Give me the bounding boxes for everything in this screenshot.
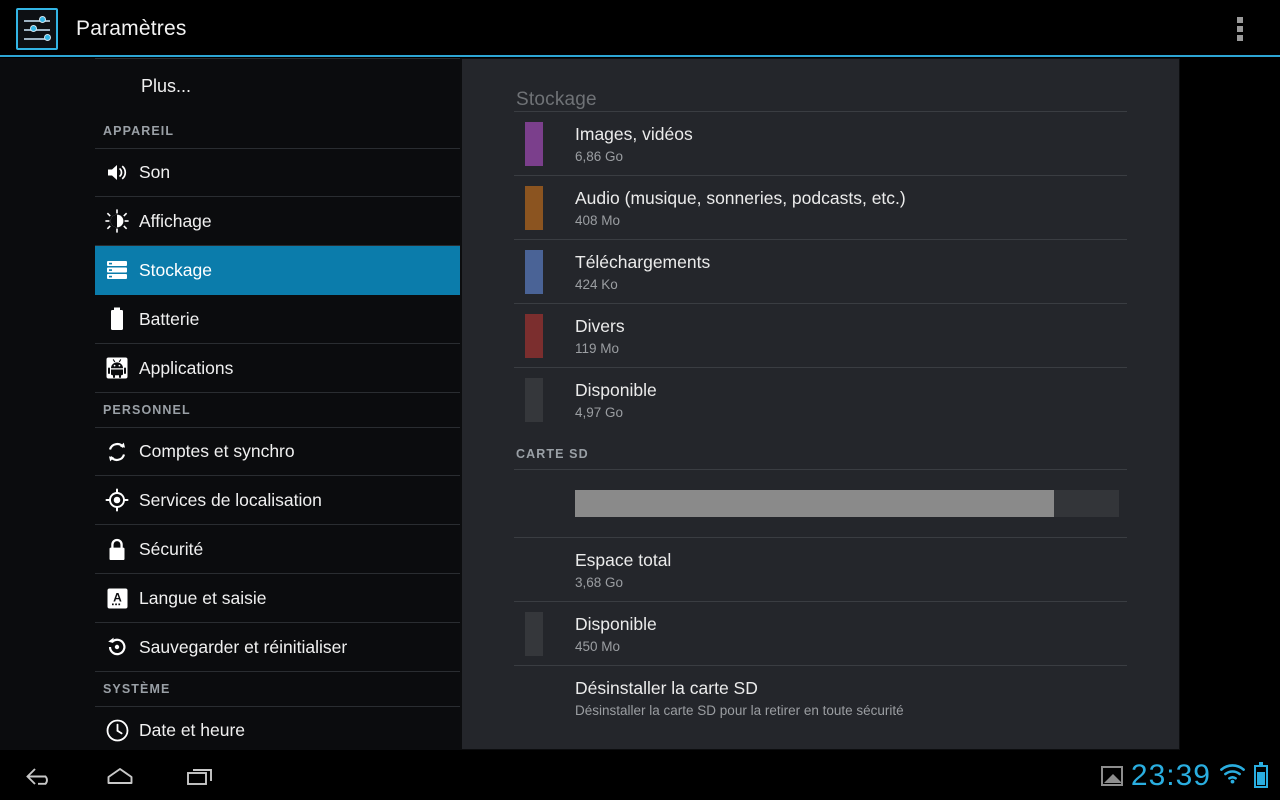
storage-row-name: Audio (musique, sonneries, podcasts, etc…	[575, 187, 906, 208]
unmount-sd-title: Désinstaller la carte SD	[575, 677, 758, 698]
android-apps-icon	[95, 356, 139, 380]
sidebar-item-affichage[interactable]: Affichage	[95, 197, 460, 246]
storage-row-size: 4,97 Go	[575, 405, 624, 421]
display-brightness-icon	[95, 209, 139, 233]
storage-row-divers[interactable]: Divers 119 Mo	[514, 303, 1127, 367]
sidebar-item-services-de-localisation[interactable]: Services de localisation	[95, 476, 460, 525]
nav-keys	[0, 752, 240, 800]
sidebar-item-plus[interactable]: Plus...	[95, 58, 460, 114]
storage-icon	[95, 260, 139, 280]
color-swatch	[525, 185, 543, 230]
sidebar-group-header-appareil: APPAREIL	[103, 124, 175, 138]
sync-icon	[95, 440, 139, 464]
storage-panel: Stockage Images, vidéos 6,86 Go Audio (m…	[460, 58, 1180, 750]
battery-icon[interactable]	[1254, 761, 1268, 788]
sidebar-item-label: Applications	[139, 357, 234, 378]
sidebar-item-label: Stockage	[139, 259, 212, 280]
sidebar-group-header-personnel: PERSONNEL	[103, 403, 191, 417]
panel-title: Stockage	[516, 89, 597, 110]
lock-icon	[95, 538, 139, 561]
unmount-sd-row[interactable]: Désinstaller la carte SD Désinstaller la…	[514, 665, 1127, 729]
sidebar-item-date-et-heure[interactable]: Date et heure	[95, 706, 460, 750]
sidebar-item-label: Affichage	[139, 210, 212, 231]
sidebar-item-label: Batterie	[139, 308, 200, 329]
sidebar-item-label: Plus...	[141, 76, 192, 96]
sidebar-item-label: Sauvegarder et réinitialiser	[139, 636, 348, 657]
sidebar-item-applications[interactable]: Applications	[95, 344, 460, 393]
storage-row-disponible-sd: Disponible 450 Mo	[514, 601, 1127, 665]
battery-icon	[95, 307, 139, 331]
storage-row-images-videos[interactable]: Images, vidéos 6,86 Go	[514, 111, 1127, 175]
system-navigation-bar: 23:39	[0, 752, 1280, 800]
android-settings-screen: Paramètres Plus... APPAREIL Son Affichag…	[0, 0, 1280, 800]
action-bar: Paramètres	[0, 0, 1280, 57]
settings-sidebar[interactable]: Plus... APPAREIL Son Affichage Stockage	[0, 58, 460, 750]
status-area: 23:39	[1100, 752, 1268, 800]
sd-usage-fill	[575, 490, 1054, 517]
color-swatch	[525, 377, 543, 422]
sidebar-item-label: Services de localisation	[139, 489, 322, 510]
sidebar-item-label: Date et heure	[139, 720, 246, 740]
color-swatch	[525, 249, 543, 294]
sidebar-item-label: Son	[139, 162, 171, 182]
storage-row-telechargements[interactable]: Téléchargements 424 Ko	[514, 239, 1127, 303]
sd-usage-bar	[514, 469, 1127, 537]
sidebar-item-sauvegarder-et-reinitialiser[interactable]: Sauvegarder et réinitialiser	[95, 623, 460, 672]
sidebar-item-son[interactable]: Son	[95, 148, 460, 197]
storage-row-disponible-interne: Disponible 4,97 Go	[514, 367, 1127, 431]
storage-row-size: 424 Ko	[575, 277, 618, 293]
storage-row-name: Espace total	[575, 549, 672, 570]
storage-row-espace-total: Espace total 3,68 Go	[514, 537, 1127, 601]
accent-divider	[0, 55, 1280, 57]
sd-card-section-header: CARTE SD	[516, 447, 589, 461]
storage-row-name: Téléchargements	[575, 251, 711, 272]
internal-storage-list: Images, vidéos 6,86 Go Audio (musique, s…	[514, 111, 1127, 729]
clock-icon	[95, 719, 139, 742]
storage-row-name: Images, vidéos	[575, 123, 693, 144]
sidebar-group-header-systeme: SYSTÈME	[103, 682, 171, 696]
page-title: Paramètres	[76, 16, 187, 40]
sidebar-item-securite[interactable]: Sécurité	[95, 525, 460, 574]
sd-usage-track	[575, 490, 1119, 517]
color-swatch	[525, 611, 543, 656]
sidebar-item-label: Comptes et synchro	[139, 441, 295, 461]
back-arrow-icon[interactable]	[0, 752, 80, 800]
home-icon[interactable]	[80, 752, 160, 800]
location-icon	[95, 488, 139, 512]
storage-row-size: 3,68 Go	[575, 575, 624, 591]
storage-row-name: Disponible	[575, 379, 657, 400]
storage-row-size: 6,86 Go	[575, 149, 624, 165]
svg-text:A: A	[113, 590, 122, 604]
backup-reset-icon	[95, 635, 139, 659]
storage-row-name: Disponible	[575, 613, 657, 634]
sidebar-item-langue-et-saisie[interactable]: A Langue et saisie	[95, 574, 460, 623]
sidebar-item-label: Langue et saisie	[139, 587, 267, 608]
sidebar-item-label: Sécurité	[139, 538, 204, 559]
sidebar-item-stockage[interactable]: Stockage	[95, 246, 460, 295]
settings-sliders-icon	[16, 7, 58, 50]
color-swatch	[525, 121, 543, 166]
color-swatch	[525, 313, 543, 358]
language-input-icon: A	[95, 587, 139, 610]
storage-row-audio[interactable]: Audio (musique, sonneries, podcasts, etc…	[514, 175, 1127, 239]
overflow-menu-icon[interactable]	[1222, 0, 1258, 57]
storage-row-size: 450 Mo	[575, 639, 621, 655]
unmount-sd-subtitle: Désinstaller la carte SD pour la retirer…	[575, 703, 904, 719]
storage-row-size: 408 Mo	[575, 213, 621, 229]
screenshot-image-icon[interactable]	[1100, 766, 1123, 786]
recents-icon[interactable]	[160, 752, 240, 800]
status-clock[interactable]: 23:39	[1131, 759, 1211, 793]
sidebar-item-batterie[interactable]: Batterie	[95, 295, 460, 344]
storage-row-name: Divers	[575, 315, 625, 336]
sound-icon	[95, 162, 139, 183]
storage-row-size: 119 Mo	[575, 341, 620, 357]
sidebar-item-comptes-et-synchro[interactable]: Comptes et synchro	[95, 427, 460, 476]
wifi-icon[interactable]	[1219, 763, 1246, 789]
